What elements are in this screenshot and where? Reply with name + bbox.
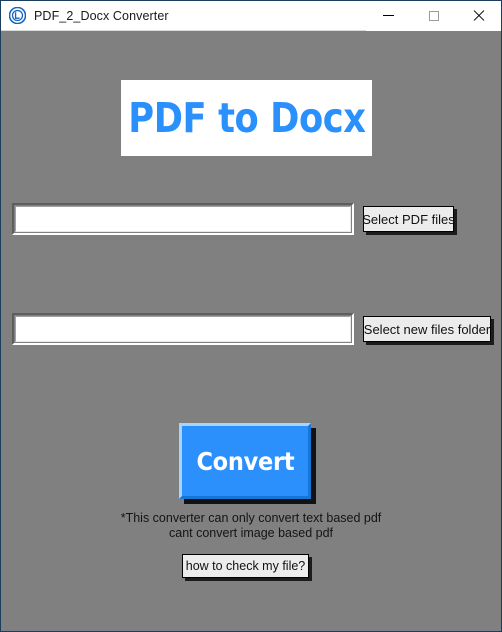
output-folder-input[interactable] <box>16 317 350 341</box>
pdf-path-field[interactable] <box>12 203 354 235</box>
select-pdf-files-button[interactable]: Select PDF files <box>362 206 455 232</box>
maximize-icon <box>428 10 439 21</box>
minimize-button[interactable] <box>366 1 411 31</box>
pdf-path-input[interactable] <box>16 207 350 231</box>
app-logo-icon <box>9 7 26 24</box>
application-window: PDF_2_Docx Converter PDF to Docx Select … <box>0 0 502 632</box>
convert-button[interactable]: Convert <box>179 423 311 499</box>
note-text: *This converter can only convert text ba… <box>1 511 501 541</box>
maximize-button[interactable] <box>411 1 456 31</box>
window-title: PDF_2_Docx Converter <box>34 8 169 23</box>
window-controls <box>366 1 501 31</box>
note-line-1: *This converter can only convert text ba… <box>120 511 382 525</box>
pdf-path-field-inner <box>15 206 351 232</box>
how-to-check-my-file-button[interactable]: how to check my file? <box>182 554 309 578</box>
select-new-files-folder-button[interactable]: Select new files folder <box>363 316 491 342</box>
note-line-2: cant convert image based pdf <box>169 526 333 540</box>
close-icon <box>472 9 485 22</box>
output-folder-field-inner <box>15 316 351 342</box>
close-button[interactable] <box>456 1 501 31</box>
client-area: PDF to Docx Select PDF files Select new … <box>1 31 501 631</box>
app-banner: PDF to Docx <box>121 80 372 156</box>
title-bar: PDF_2_Docx Converter <box>1 1 501 31</box>
convert-button-label: Convert <box>196 446 294 476</box>
banner-title: PDF to Docx <box>127 93 366 142</box>
output-folder-field[interactable] <box>12 313 354 345</box>
minimize-icon <box>383 15 394 16</box>
